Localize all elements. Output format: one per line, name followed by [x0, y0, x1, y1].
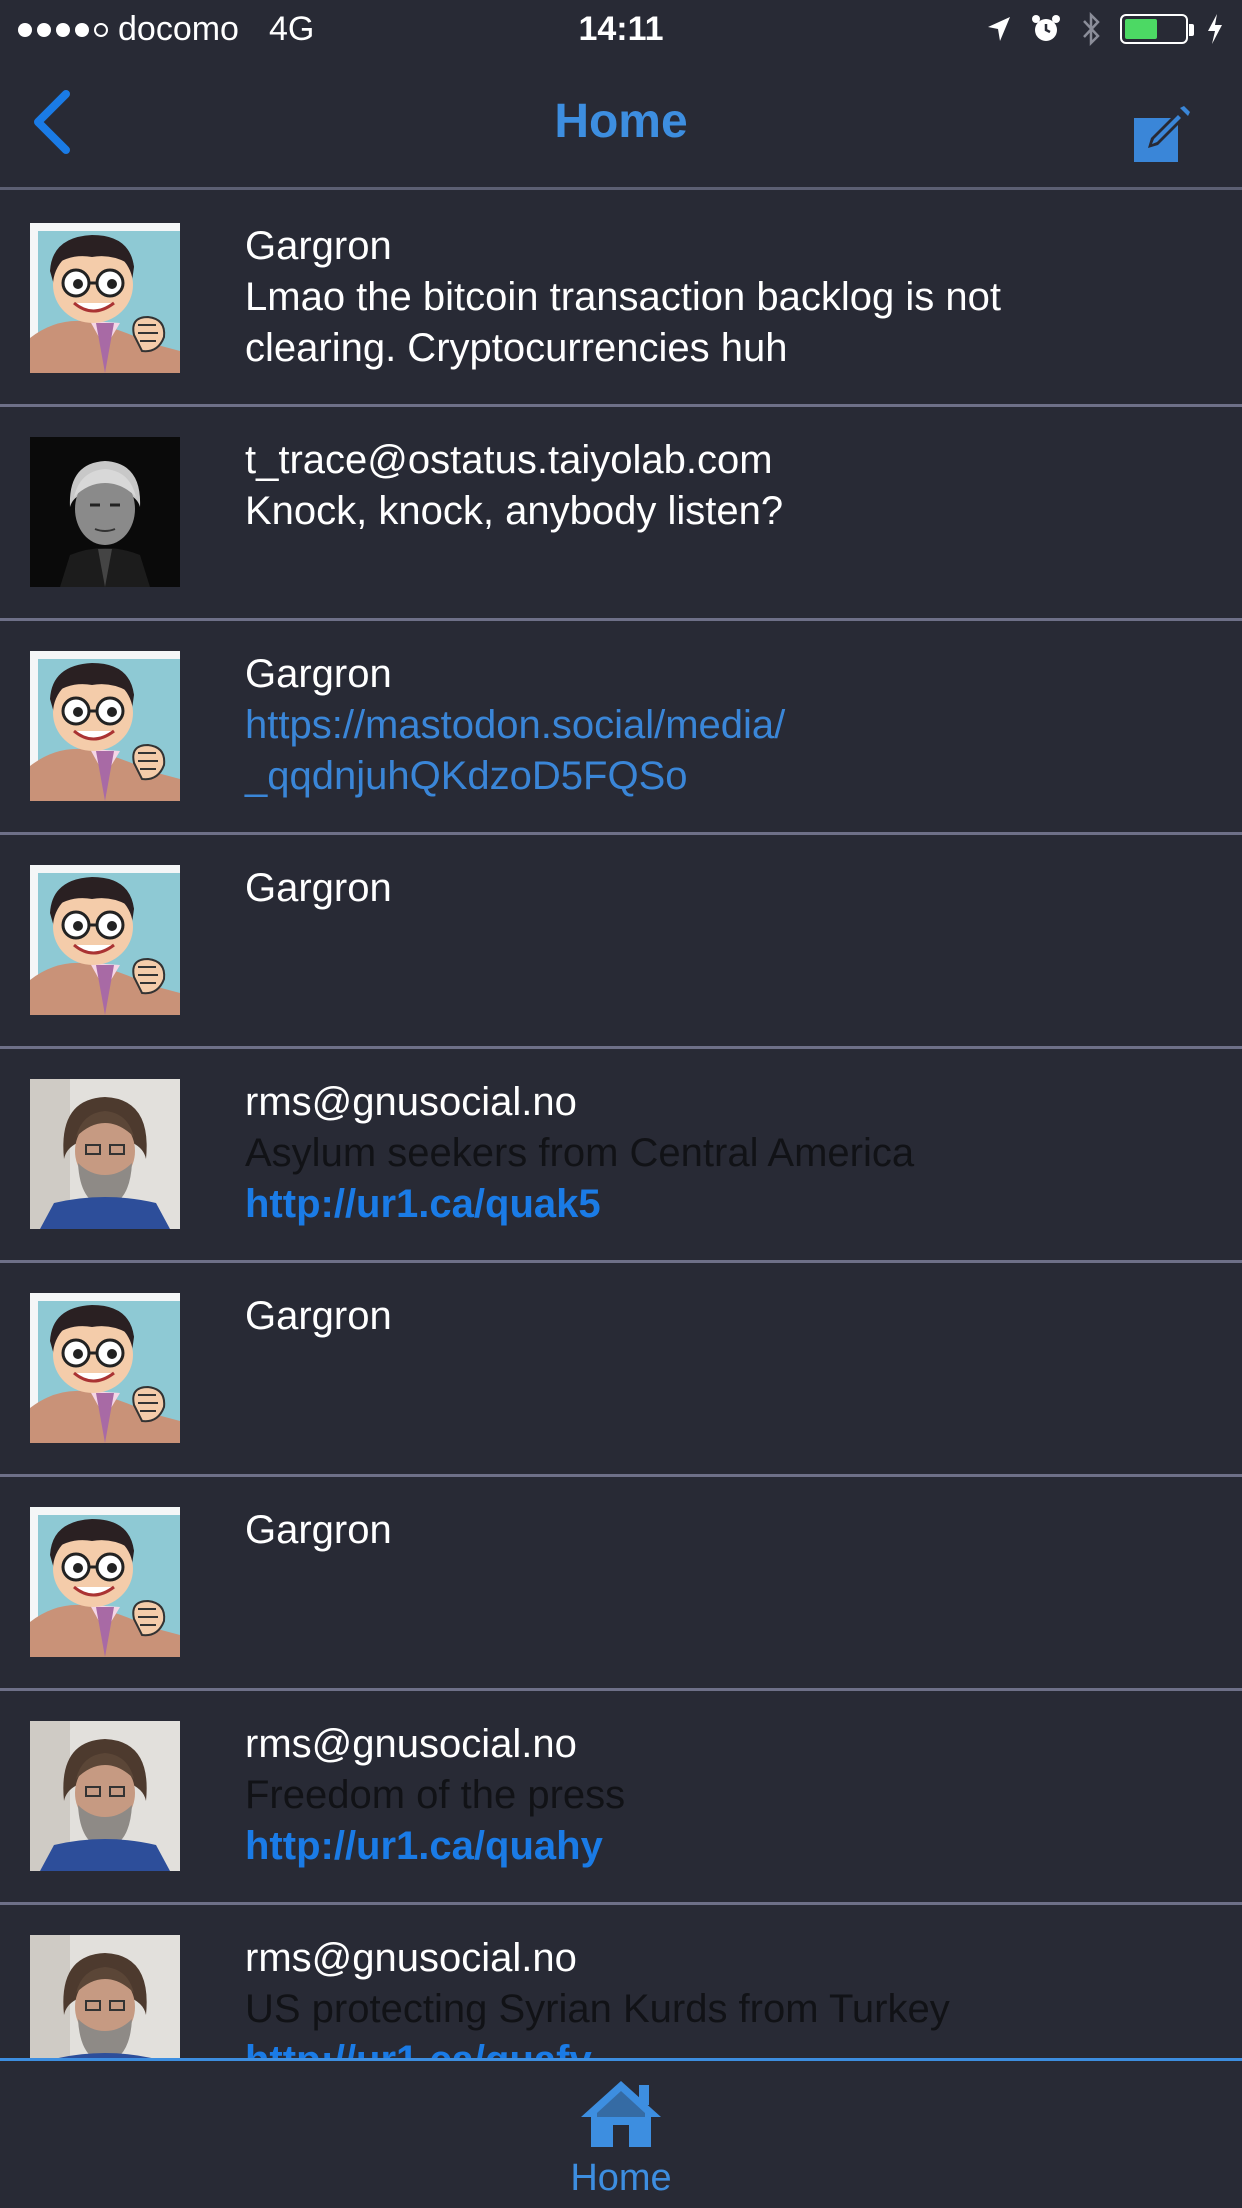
timeline-row[interactable]: rms@gnusocial.no Freedom of the press ht…: [0, 1691, 1242, 1905]
timeline-row[interactable]: Gargron: [0, 1477, 1242, 1691]
avatar[interactable]: [30, 1293, 180, 1443]
tab-home[interactable]: Home: [521, 2071, 721, 2206]
status-text: US protecting Syrian Kurds from Turkey: [245, 1987, 950, 2031]
timeline-row[interactable]: Gargron: [0, 1263, 1242, 1477]
author-name: Gargron: [245, 652, 392, 696]
location-arrow-icon: [988, 17, 1010, 41]
status-text: Asylum seekers from Central America: [245, 1131, 915, 1175]
status-link[interactable]: _qqdnjuhQKdzoD5FQSo: [245, 751, 1205, 802]
home-icon: [581, 2081, 661, 2147]
avatar[interactable]: [30, 1507, 180, 1657]
status-body: Gargron: [245, 1505, 1205, 1556]
status-text: Freedom of the press: [245, 1773, 626, 1817]
tab-home-label: Home: [570, 2157, 672, 2199]
status-body: rms@gnusocial.no Freedom of the press ht…: [245, 1719, 1205, 1872]
avatar[interactable]: [30, 1079, 180, 1229]
battery-icon: [1120, 14, 1194, 44]
status-bar: docomo 4G 14:11: [0, 0, 1242, 60]
author-name: t_trace@ostatus.taiyolab.com: [245, 438, 773, 482]
alarm-icon: [1032, 15, 1060, 41]
status-link[interactable]: http://ur1.ca/quahy: [245, 1821, 1205, 1872]
author-name: Gargron: [245, 224, 392, 268]
avatar[interactable]: [30, 865, 180, 1015]
tab-bar: Home: [0, 2058, 1242, 2208]
avatar[interactable]: [30, 1721, 180, 1871]
status-body: Gargron: [245, 1291, 1205, 1342]
bluetooth-icon: [1083, 12, 1100, 46]
timeline-row[interactable]: Gargron Lmao the bitcoin transaction bac…: [0, 193, 1242, 407]
timeline-row[interactable]: t_trace@ostatus.taiyolab.com Knock, knoc…: [0, 407, 1242, 621]
status-text: Knock, knock, anybody listen?: [245, 489, 784, 533]
avatar[interactable]: [30, 437, 180, 587]
status-body: Gargron Lmao the bitcoin transaction bac…: [245, 221, 1205, 374]
status-body: Gargron: [245, 863, 1205, 914]
status-icons: [986, 12, 1224, 46]
author-name: rms@gnusocial.no: [245, 1080, 577, 1124]
avatar[interactable]: [30, 223, 180, 373]
home-timeline[interactable]: Gargron Lmao the bitcoin transaction bac…: [0, 193, 1242, 2058]
status-text: Lmao the bitcoin transaction backlog is …: [245, 275, 1001, 319]
avatar[interactable]: [30, 1935, 180, 2058]
page-title: Home: [554, 95, 688, 148]
timeline-row[interactable]: rms@gnusocial.no US protecting Syrian Ku…: [0, 1905, 1242, 2058]
avatar[interactable]: [30, 651, 180, 801]
compose-icon: [1134, 106, 1190, 162]
timeline-row[interactable]: Gargron: [0, 835, 1242, 1049]
charging-bolt-icon: [1208, 14, 1222, 44]
status-link[interactable]: http://ur1.ca/quak5: [245, 1179, 1205, 1230]
status-text: clearing. Cryptocurrencies huh: [245, 326, 788, 370]
status-body: rms@gnusocial.no Asylum seekers from Cen…: [245, 1077, 1205, 1230]
status-body: rms@gnusocial.no US protecting Syrian Ku…: [245, 1933, 1205, 2058]
status-body: Gargron https://mastodon.social/media/ _…: [245, 649, 1205, 802]
status-body: t_trace@ostatus.taiyolab.com Knock, knoc…: [245, 435, 1205, 537]
author-name: rms@gnusocial.no: [245, 1722, 577, 1766]
author-name: Gargron: [245, 866, 392, 910]
author-name: Gargron: [245, 1294, 392, 1338]
author-name: rms@gnusocial.no: [245, 1936, 577, 1980]
navigation-bar: Home: [0, 60, 1242, 190]
timeline-row[interactable]: Gargron https://mastodon.social/media/ _…: [0, 621, 1242, 835]
compose-button[interactable]: [1132, 104, 1194, 164]
status-link[interactable]: http://ur1.ca/quafv: [245, 2035, 1205, 2058]
status-link[interactable]: https://mastodon.social/media/: [245, 700, 1205, 751]
author-name: Gargron: [245, 1508, 392, 1552]
timeline-row[interactable]: rms@gnusocial.no Asylum seekers from Cen…: [0, 1049, 1242, 1263]
